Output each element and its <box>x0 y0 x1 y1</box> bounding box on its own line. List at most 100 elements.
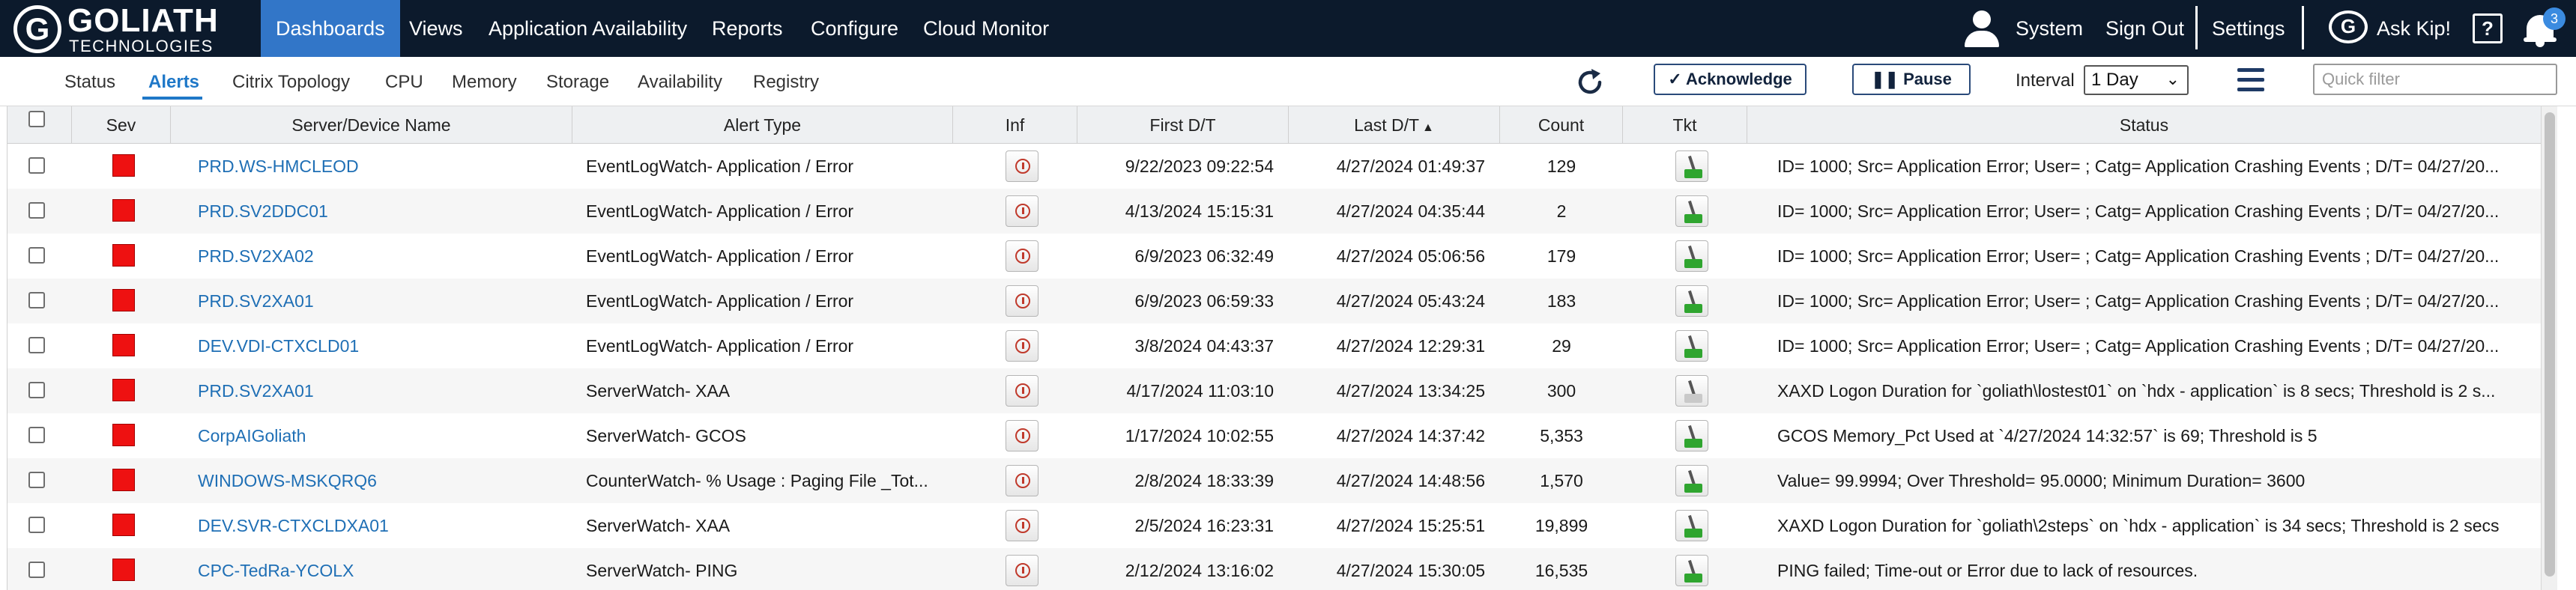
table-row[interactable]: PRD.SV2XA02 EventLogWatch- Application / … <box>7 234 2541 279</box>
table-row[interactable]: PRD.SV2XA01 EventLogWatch- Application / … <box>7 279 2541 323</box>
row-checkbox[interactable] <box>28 202 45 219</box>
server-name-link[interactable]: WINDOWS-MSKQRQ6 <box>198 458 565 503</box>
server-name-link[interactable]: DEV.SVR-CTXCLDXA01 <box>198 503 565 548</box>
server-name-link[interactable]: CPC-TedRa-YCOLX <box>198 548 565 590</box>
settings-link[interactable]: Settings <box>2212 0 2285 57</box>
tab-status[interactable]: Status <box>64 72 115 93</box>
tab-alerts[interactable]: Alerts <box>148 72 199 93</box>
system-link[interactable]: System <box>2016 0 2083 57</box>
header-server-device-name[interactable]: Server/Device Name <box>171 106 572 144</box>
server-name-link[interactable]: DEV.VDI-CTXCLD01 <box>198 323 565 368</box>
tab-citrix-topology[interactable]: Citrix Topology <box>232 72 350 93</box>
info-icon[interactable] <box>1006 375 1038 407</box>
ticket-icon[interactable] <box>1675 150 1708 182</box>
ticket-icon[interactable] <box>1675 420 1708 451</box>
row-checkbox[interactable] <box>28 247 45 264</box>
row-checkbox[interactable] <box>28 517 45 533</box>
vertical-scrollbar[interactable] <box>2541 106 2557 590</box>
interval-label: Interval <box>2016 70 2075 91</box>
row-checkbox[interactable] <box>28 157 45 174</box>
row-checkbox[interactable] <box>28 562 45 578</box>
table-row[interactable]: PRD.WS-HMCLEOD EventLogWatch- Application… <box>7 144 2541 189</box>
nav-application-availability[interactable]: Application Availability <box>474 0 702 57</box>
ticket-icon[interactable] <box>1675 195 1708 227</box>
tab-memory[interactable]: Memory <box>452 72 517 93</box>
row-checkbox[interactable] <box>28 427 45 443</box>
pause-button[interactable]: ❚❚ Pause <box>1852 64 1971 95</box>
table-row[interactable]: PRD.SV2DDC01 EventLogWatch- Application /… <box>7 189 2541 234</box>
info-icon[interactable] <box>1006 150 1038 182</box>
alerts-grid: Sev Server/Device Name Alert Type Inf Fi… <box>7 106 2541 590</box>
help-icon[interactable]: ? <box>2473 13 2503 43</box>
header-inf[interactable]: Inf <box>953 106 1077 144</box>
alert-status-text: ID= 1000; Src= Application Error; User= … <box>1777 291 2500 311</box>
alert-count: 29 <box>1552 336 1571 356</box>
interval-select[interactable]: 1 Day ⌄ <box>2084 65 2189 95</box>
table-row[interactable]: PRD.SV2XA01 ServerWatch- XAA 4/17/2024 11:… <box>7 368 2541 413</box>
info-icon[interactable] <box>1006 240 1038 272</box>
nav-reports[interactable]: Reports <box>697 0 798 57</box>
refresh-icon[interactable] <box>1573 66 1606 99</box>
header-alert-type[interactable]: Alert Type <box>572 106 953 144</box>
user-icon[interactable] <box>1963 10 2001 47</box>
header-last-dt[interactable]: Last D/T ▲ <box>1289 106 1500 144</box>
table-row[interactable]: CPC-TedRa-YCOLX ServerWatch- PING 2/12/202… <box>7 548 2541 590</box>
table-row[interactable]: WINDOWS-MSKQRQ6 CounterWatch- % Usage : P… <box>7 458 2541 503</box>
tab-cpu[interactable]: CPU <box>385 72 423 93</box>
nav-views[interactable]: Views <box>394 0 478 57</box>
ask-kip-link[interactable]: Ask Kip! <box>2377 0 2451 57</box>
info-icon[interactable] <box>1006 195 1038 227</box>
header-sev[interactable]: Sev <box>72 106 171 144</box>
header-tkt[interactable]: Tkt <box>1623 106 1747 144</box>
info-icon[interactable] <box>1006 330 1038 362</box>
nav-cloud-monitor[interactable]: Cloud Monitor <box>908 0 1064 57</box>
row-checkbox[interactable] <box>28 472 45 488</box>
ticket-icon[interactable] <box>1675 375 1708 407</box>
table-row[interactable]: DEV.VDI-CTXCLD01 EventLogWatch- Applicati… <box>7 323 2541 368</box>
server-name-link[interactable]: PRD.SV2XA02 <box>198 234 565 279</box>
ticket-icon[interactable] <box>1675 510 1708 541</box>
nav-configure[interactable]: Configure <box>796 0 913 57</box>
ticket-icon[interactable] <box>1675 240 1708 272</box>
quick-filter-input[interactable] <box>2313 64 2557 95</box>
table-row[interactable]: CorpAIGoliath ServerWatch- GCOS 1/17/2024 … <box>7 413 2541 458</box>
acknowledge-button[interactable]: ✓ Acknowledge <box>1654 64 1806 95</box>
table-row[interactable]: DEV.SVR-CTXCLDXA01 ServerWatch- XAA 2/5/20… <box>7 503 2541 548</box>
first-dt: 4/17/2024 11:03:10 <box>1126 381 1274 401</box>
ask-kip-icon[interactable]: G <box>2329 10 2368 46</box>
sign-out-link[interactable]: Sign Out <box>2105 0 2184 57</box>
header-first-dt[interactable]: First D/T <box>1077 106 1289 144</box>
row-checkbox[interactable] <box>28 292 45 308</box>
row-checkbox[interactable] <box>28 382 45 398</box>
info-icon[interactable] <box>1006 555 1038 586</box>
scrollbar-thumb[interactable] <box>2545 112 2555 577</box>
nav-dashboards[interactable]: Dashboards <box>261 0 400 57</box>
ticket-icon[interactable] <box>1675 465 1708 496</box>
tab-registry[interactable]: Registry <box>753 72 819 93</box>
info-icon[interactable] <box>1006 465 1038 496</box>
row-checkbox[interactable] <box>28 337 45 353</box>
info-icon[interactable] <box>1006 510 1038 541</box>
tab-availability[interactable]: Availability <box>638 72 722 93</box>
info-icon[interactable] <box>1006 420 1038 451</box>
divider <box>2195 6 2198 49</box>
select-all-checkbox[interactable] <box>28 111 45 127</box>
header-count[interactable]: Count <box>1500 106 1623 144</box>
alert-count: 5,353 <box>1540 426 1583 445</box>
server-name-link[interactable]: PRD.SV2XA01 <box>198 279 565 323</box>
ticket-icon[interactable] <box>1675 330 1708 362</box>
column-menu-icon[interactable] <box>2237 68 2264 92</box>
header-status[interactable]: Status <box>1747 106 2541 144</box>
server-name-link[interactable]: PRD.SV2DDC01 <box>198 189 565 234</box>
ticket-icon[interactable] <box>1675 285 1708 317</box>
header-select-all-cell <box>7 106 72 144</box>
tab-storage[interactable]: Storage <box>546 72 609 93</box>
ticket-icon[interactable] <box>1675 555 1708 586</box>
alert-type: CounterWatch- % Usage : Paging File _Tot… <box>586 471 928 490</box>
server-name-link[interactable]: PRD.WS-HMCLEOD <box>198 144 565 189</box>
server-name-link[interactable]: CorpAIGoliath <box>198 413 565 458</box>
goliath-logo-mark: G <box>13 5 61 53</box>
goliath-logo[interactable]: G GOLIATH TECHNOLOGIES <box>10 2 243 55</box>
server-name-link[interactable]: PRD.SV2XA01 <box>198 368 565 413</box>
info-icon[interactable] <box>1006 285 1038 317</box>
